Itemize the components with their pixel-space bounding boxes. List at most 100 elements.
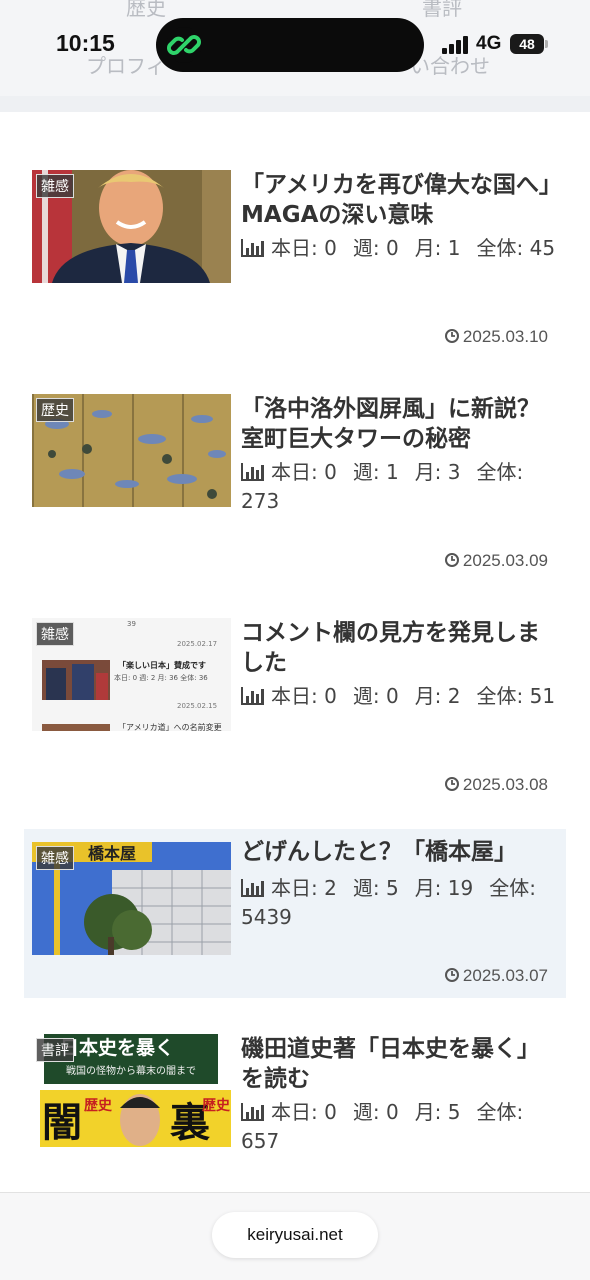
article-thumbnail[interactable]: 橋本屋 雑感 <box>32 842 231 955</box>
link-app-icon <box>166 27 202 63</box>
today-count: 2 <box>324 876 337 900</box>
article-date: 2025.03.08 <box>444 775 548 795</box>
month-count: 2 <box>447 684 461 708</box>
thumb-left-kanji: 闇 <box>42 1099 82 1146</box>
article-card[interactable]: 39 2025.02.17 「楽しい日本」賛成です 本日: 0 週: 2 月: … <box>24 618 566 794</box>
article-thumbnail[interactable]: 39 2025.02.17 「楽しい日本」賛成です 本日: 0 週: 2 月: … <box>32 618 231 731</box>
status-time: 10:15 <box>56 30 115 56</box>
total-count: 45 <box>529 236 556 260</box>
thumb-cut-text: 「アメリカ道」への名前変更 <box>118 722 222 731</box>
category-badge[interactable]: 書評 <box>36 1038 74 1062</box>
dynamic-island <box>156 18 424 72</box>
week-count: 0 <box>385 684 399 708</box>
date-text: 2025.03.07 <box>462 966 548 985</box>
bar-chart-icon <box>241 879 264 897</box>
signal-icon <box>442 36 468 54</box>
thumb-headline: 「楽しい日本」賛成です <box>118 660 206 670</box>
today-label: 本日: <box>271 236 318 260</box>
total-count: 51 <box>529 684 556 708</box>
month-count: 19 <box>447 876 474 900</box>
week-label: 週: <box>352 684 380 708</box>
week-count: 0 <box>385 236 399 260</box>
battery-cap <box>545 40 548 48</box>
month-label: 月: <box>414 460 442 484</box>
month-label: 月: <box>414 876 442 900</box>
today-label: 本日: <box>271 876 318 900</box>
article-date: 2025.03.10 <box>444 327 548 347</box>
article-stats: 本日: 0 週: 1 月: 3 全体: 273 <box>241 458 563 516</box>
bar-chart-icon <box>241 1103 264 1121</box>
nav-item-reviews[interactable]: 書評 <box>422 0 462 21</box>
clock-icon <box>444 777 459 791</box>
bar-chart-icon <box>241 687 264 705</box>
thumb-count: 39 <box>127 620 136 628</box>
date-text: 2025.03.09 <box>462 551 548 570</box>
article-title[interactable]: どげんしたと？「橋本屋」 <box>241 837 559 867</box>
network-type: 4G <box>476 33 502 54</box>
total-label: 全体: <box>489 876 536 900</box>
month-count: 1 <box>447 236 461 260</box>
week-label: 週: <box>352 236 380 260</box>
article-card[interactable]: 歴史 「洛中洛外図屏風」に新説？室町巨大タワーの秘密 本日: 0 週: 1 月: 3… <box>24 394 566 570</box>
bar-chart-icon <box>241 239 264 257</box>
article-stats: 本日: 0 週: 0 月: 2 全体: 51 <box>241 682 563 711</box>
article-thumbnail[interactable]: 雑感 <box>32 170 231 283</box>
month-label: 月: <box>414 684 442 708</box>
battery-icon: 48 <box>510 34 544 54</box>
month-label: 月: <box>414 1100 442 1124</box>
total-label: 全体: <box>476 460 524 484</box>
month-count: 5 <box>447 1100 461 1124</box>
article-stats: 本日: 0 週: 0 月: 1 全体: 45 <box>241 234 563 263</box>
article-stats: 本日: 2 週: 5 月: 19 全体: 5439 <box>241 874 563 932</box>
thumb-stats: 本日: 0 週: 2 月: 36 全体: 36 <box>114 673 208 682</box>
today-label: 本日: <box>271 460 318 484</box>
week-label: 週: <box>352 460 380 484</box>
month-count: 3 <box>447 460 461 484</box>
article-title[interactable]: コメント欄の見方を発見しました <box>241 618 559 678</box>
thumb-sign: 橋本屋 <box>88 844 136 863</box>
article-title[interactable]: 「アメリカを再び偉大な国へ」MAGAの深い意味 <box>241 170 559 230</box>
article-stats: 本日: 0 週: 0 月: 5 全体: 657 <box>241 1098 563 1156</box>
clock-icon <box>444 329 459 343</box>
date-text: 2025.03.08 <box>462 775 548 794</box>
month-label: 月: <box>414 236 442 260</box>
today-count: 0 <box>324 460 337 484</box>
article-thumbnail[interactable]: 歴史 <box>32 394 231 507</box>
thumb-left-small: 歴史 <box>84 1098 113 1114</box>
thumb-right-small: 歴史 <box>202 1098 231 1114</box>
article-date: 2025.03.09 <box>444 551 548 571</box>
article-title[interactable]: 磯田道史著「日本史を暴く」を読む <box>241 1034 559 1094</box>
thumb-banner: 日本史を暴く <box>60 1036 174 1059</box>
clock-icon <box>444 968 459 982</box>
section-divider <box>0 96 590 112</box>
article-thumbnail[interactable]: 日本史を暴く 戦国の怪物から幕末の闇まで 闇 歴史 裏 歴史 書評 <box>32 1034 231 1147</box>
article-title[interactable]: 「洛中洛外図屏風」に新説？室町巨大タワーの秘密 <box>241 394 559 454</box>
bar-chart-icon <box>241 463 264 481</box>
today-count: 0 <box>324 236 337 260</box>
address-bar[interactable]: keiryusai.net <box>212 1212 378 1258</box>
category-badge[interactable]: 雑感 <box>36 174 74 198</box>
article-date: 2025.03.07 <box>444 966 548 986</box>
today-label: 本日: <box>271 684 318 708</box>
total-count: 657 <box>241 1129 280 1153</box>
thumb-subtitle: 戦国の怪物から幕末の闇まで <box>66 1064 196 1077</box>
article-card[interactable]: 橋本屋 雑感 どげんしたと？「橋本屋」 本日: 2 週: 5 月: 19 全体: 54… <box>24 829 566 998</box>
top-navigation: 歴史 書評 プロフィ い合わせ 10:15 4G 48 <box>0 0 590 96</box>
clock-icon <box>444 553 459 567</box>
week-count: 5 <box>385 876 399 900</box>
today-count: 0 <box>324 1100 337 1124</box>
total-count: 273 <box>241 489 280 513</box>
article-card[interactable]: 日本史を暴く 戦国の怪物から幕末の闇まで 闇 歴史 裏 歴史 書評 磯田道史著「… <box>24 1034 566 1164</box>
category-badge[interactable]: 歴史 <box>36 398 74 422</box>
category-badge[interactable]: 雑感 <box>36 622 74 646</box>
total-label: 全体: <box>476 1100 524 1124</box>
week-label: 週: <box>352 1100 380 1124</box>
category-badge[interactable]: 雑感 <box>36 846 74 870</box>
nav-item-history[interactable]: 歴史 <box>126 0 166 21</box>
article-card[interactable]: 雑感 「アメリカを再び偉大な国へ」MAGAの深い意味 本日: 0 週: 0 月: 1… <box>24 170 566 346</box>
week-label: 週: <box>352 876 380 900</box>
thumb-date-2: 2025.02.15 <box>177 702 217 710</box>
total-count: 5439 <box>241 905 292 929</box>
date-text: 2025.03.10 <box>462 327 548 346</box>
total-label: 全体: <box>476 684 524 708</box>
